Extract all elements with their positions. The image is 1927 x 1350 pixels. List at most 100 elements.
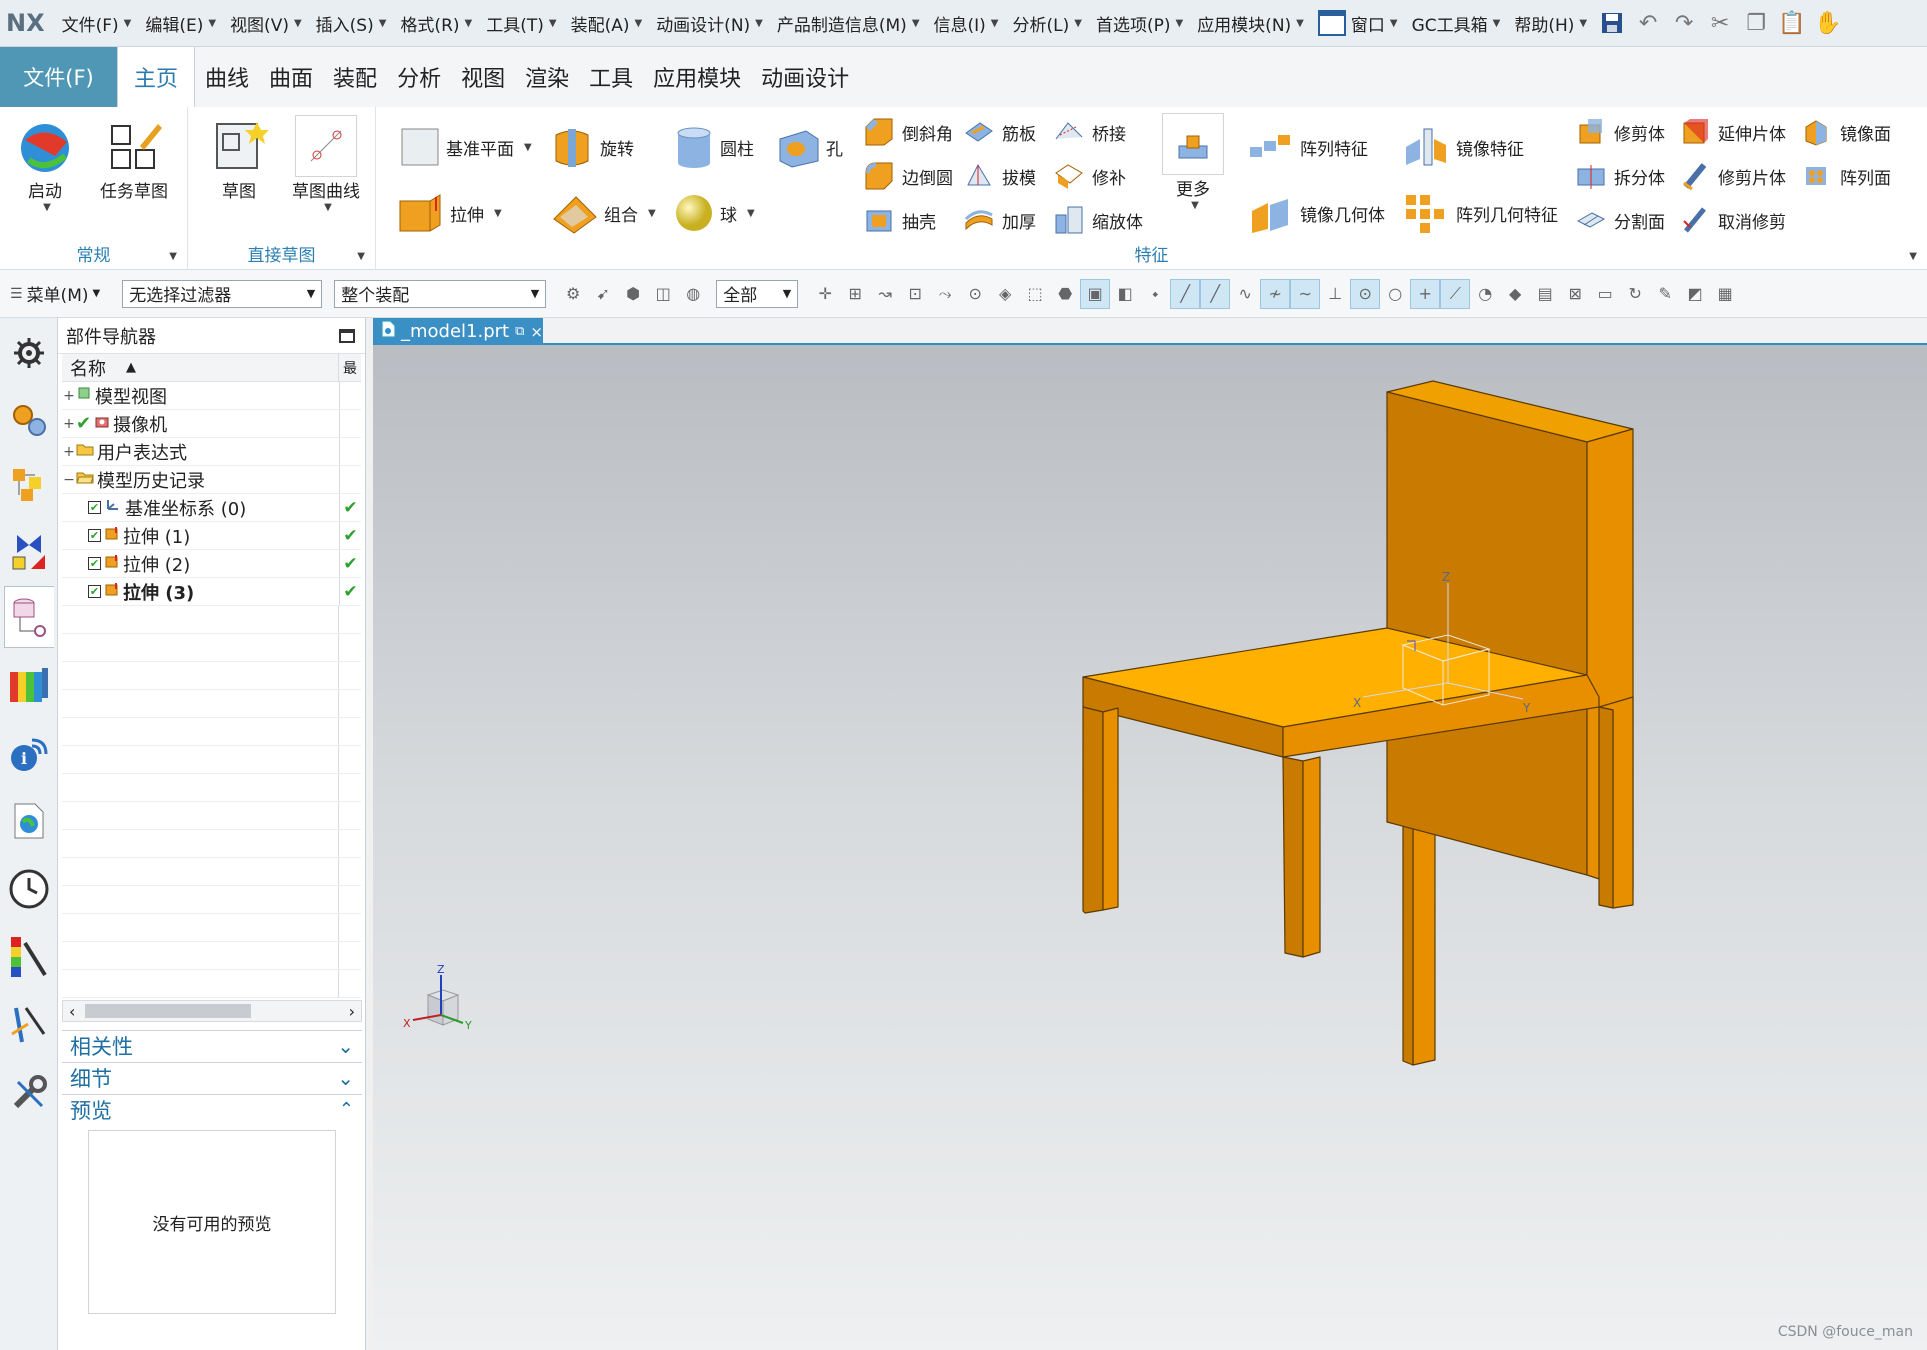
constraint-navigator-icon[interactable] (4, 454, 54, 516)
task-sketch-button[interactable]: 任务草图 (100, 115, 168, 202)
hole-button[interactable]: 孔 (776, 125, 843, 169)
rotate-icon[interactable]: ↻ (1620, 279, 1650, 309)
snap-control-icon[interactable]: ⊡ (900, 279, 930, 309)
undo-icon[interactable]: ↶ (1630, 5, 1666, 41)
model-canvas[interactable]: Z Y X Z Y X (373, 345, 1927, 1350)
face-select-icon[interactable]: ◧ (1110, 279, 1140, 309)
spline-snap-icon[interactable]: ≁ (1260, 278, 1291, 309)
chevron-down-icon[interactable]: ▼ (1909, 251, 1917, 262)
expand-icon[interactable]: + (62, 388, 76, 404)
pattern-face-button[interactable]: 阵列面 (1800, 159, 1891, 193)
chevron-up-icon[interactable]: ⌃ (339, 1099, 354, 1120)
sphere-button[interactable]: 球 ▼ (674, 191, 755, 235)
patch-button[interactable]: 修补 (1052, 159, 1126, 193)
mirror-feature-button[interactable]: 镜像特征 (1402, 125, 1524, 169)
column-latest-header[interactable]: 最 (339, 358, 361, 378)
expand-icon[interactable]: + (62, 444, 76, 460)
layer-filter-icon[interactable]: ◍ (678, 279, 708, 309)
tab-tools[interactable]: 工具 (579, 47, 643, 107)
cylinder-button[interactable]: 圆柱 (674, 125, 754, 169)
tree-node-user-expressions[interactable]: + 用户表达式 (62, 438, 361, 466)
tab-surface[interactable]: 曲面 (259, 47, 323, 107)
pattern-geometry-button[interactable]: 阵列几何特征 (1402, 191, 1558, 235)
assembly-navigator-icon[interactable] (4, 388, 54, 450)
pattern-feature-button[interactable]: 阵列特征 (1246, 125, 1368, 169)
chevron-down-icon[interactable]: ⌄ (337, 1066, 354, 1090)
tab-analysis[interactable]: 分析 (387, 47, 451, 107)
menu-button[interactable]: ☰ 菜单(M) ▼ (0, 281, 108, 307)
checkbox-checked-icon[interactable]: ✔ (88, 529, 101, 542)
checkbox-checked-icon[interactable]: ✔ (88, 501, 101, 514)
document-tab[interactable]: _model1.prt ⧉ × (373, 318, 543, 345)
history-clock-icon[interactable] (4, 858, 54, 920)
view-triad[interactable] (412, 975, 464, 1026)
tool-wrench-icon[interactable] (4, 1062, 54, 1124)
menu-file[interactable]: 文件(F) ▼ (55, 11, 139, 36)
box-select-icon[interactable]: ⬚ (1020, 279, 1050, 309)
menu-gc-toolbox[interactable]: GC工具箱 ▼ (1405, 11, 1508, 36)
edge-select-icon[interactable]: ⬩ (1140, 279, 1170, 309)
menu-help[interactable]: 帮助(H) ▼ (1507, 11, 1594, 36)
part-navigator-icon[interactable] (4, 586, 54, 648)
assembly-select-icon[interactable]: ⚙ (558, 279, 588, 309)
tab-assembly[interactable]: 装配 (323, 47, 387, 107)
close-icon[interactable]: × (530, 323, 543, 341)
layer-icon[interactable]: ▤ (1530, 279, 1560, 309)
menu-insert[interactable]: 插入(S) ▼ (309, 11, 394, 36)
tangent-snap-icon[interactable]: ⟋ (1440, 278, 1471, 309)
select-parts-icon[interactable]: ➹ (588, 279, 618, 309)
curve-snap-icon[interactable]: ∿ (1230, 279, 1260, 309)
mirror-face-button[interactable]: 镜像面 (1800, 115, 1891, 149)
tab-render[interactable]: 渲染 (515, 47, 579, 107)
perpendicular-icon[interactable]: ⊥ (1320, 279, 1350, 309)
mirror-geometry-button[interactable]: 镜像几何体 (1246, 191, 1385, 235)
start-button[interactable]: 启动 ▼ (14, 115, 76, 213)
panel-preview[interactable]: 预览 ⌃ (62, 1094, 362, 1124)
cross-snap-icon[interactable]: + (1410, 278, 1441, 309)
float-window-icon[interactable]: ⧉ (515, 324, 524, 339)
divide-face-button[interactable]: 分割面 (1574, 203, 1665, 237)
tree-node-extrude-1[interactable]: ✔ 拉伸 (1) ✔ (62, 522, 361, 550)
type-filter-icon[interactable]: ◫ (648, 279, 678, 309)
snap-quadrant-icon[interactable]: ◈ (990, 279, 1020, 309)
redo-icon[interactable]: ↷ (1666, 5, 1702, 41)
datum-plane-button[interactable]: 基准平面 ▼ (400, 125, 532, 169)
tree-node-cameras[interactable]: + ✔ 摄像机 (62, 410, 361, 438)
chair-model[interactable] (1082, 380, 1634, 1066)
tree-node-model-views[interactable]: + 模型视图 (62, 382, 361, 410)
tab-application[interactable]: 应用模块 (643, 47, 751, 107)
edge-blend-button[interactable]: 边倒圆 (862, 159, 953, 193)
chevron-down-icon[interactable]: ⌄ (337, 1034, 354, 1058)
web-browser-icon[interactable] (4, 790, 54, 852)
menu-window[interactable]: 窗口 ▼ (1311, 10, 1405, 36)
sketch-curve-button[interactable]: 草图曲线 ▼ (292, 115, 360, 213)
expand-icon[interactable]: + (62, 416, 76, 432)
process-studio-icon[interactable] (4, 994, 54, 1056)
graphics-viewport[interactable]: Z Y X Z Y X CSDN @fouce_man (373, 345, 1927, 1350)
render-icon[interactable]: ◆ (1500, 279, 1530, 309)
checkbox-checked-icon[interactable]: ✔ (88, 557, 101, 570)
chamfer-button[interactable]: 倒斜角 (862, 115, 953, 149)
snap-end-icon[interactable]: ⊞ (840, 279, 870, 309)
combine-button[interactable]: 组合 ▼ (550, 191, 656, 235)
scroll-right-icon[interactable]: › (349, 1002, 355, 1021)
zoom-fit-icon[interactable]: ⊠ (1560, 279, 1590, 309)
display-mode-icon[interactable]: ▦ (1710, 279, 1740, 309)
cut-icon[interactable]: ✂ (1702, 5, 1738, 41)
revolve-button[interactable]: 旋转 (550, 125, 634, 169)
tab-animation[interactable]: 动画设计 (751, 47, 859, 107)
arc-snap-icon[interactable]: ╱ (1200, 278, 1231, 309)
copy-icon[interactable]: ❐ (1738, 5, 1774, 41)
menu-format[interactable]: 格式(R) ▼ (393, 11, 479, 36)
trim-body-button[interactable]: 修剪体 (1574, 115, 1665, 149)
history-library-icon[interactable] (4, 654, 54, 716)
chevron-down-icon[interactable]: ▼ (169, 251, 177, 262)
save-icon[interactable] (1594, 5, 1630, 41)
solid-select-icon[interactable]: ⬣ (1050, 279, 1080, 309)
scroll-thumb[interactable] (85, 1004, 251, 1018)
tab-home[interactable]: 主页 (117, 47, 196, 107)
wave-snap-icon[interactable]: ∼ (1290, 278, 1321, 309)
bridge-button[interactable]: 桥接 (1052, 115, 1126, 149)
panel-details[interactable]: 细节 ⌄ (62, 1062, 362, 1092)
scroll-left-icon[interactable]: ‹ (69, 1002, 75, 1021)
